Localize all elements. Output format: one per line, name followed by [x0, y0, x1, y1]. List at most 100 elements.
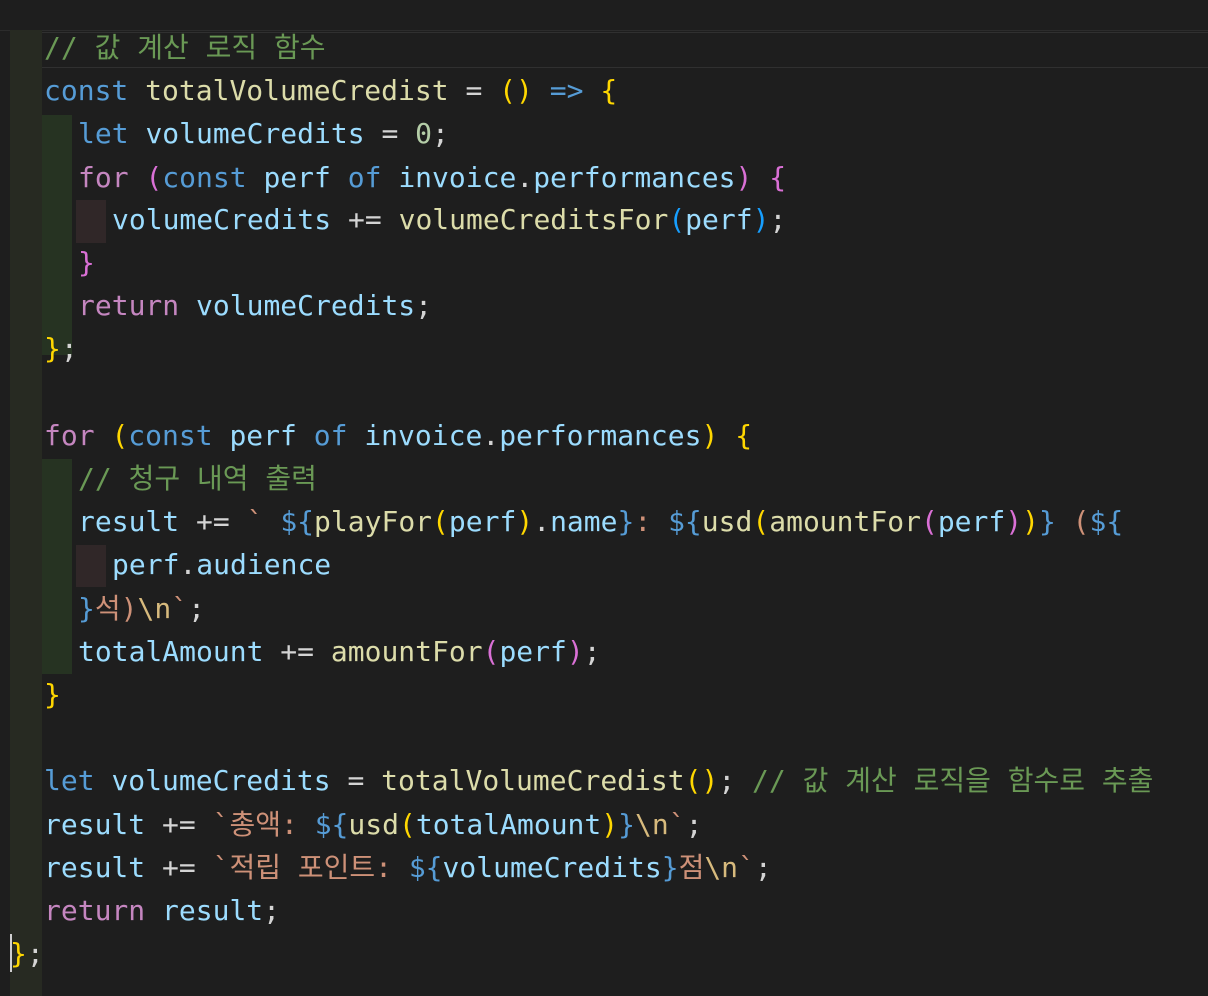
- code-token: ;: [263, 894, 281, 927]
- code-token: ${: [1089, 505, 1124, 538]
- code-token: =: [364, 117, 416, 150]
- code-token: (: [111, 419, 129, 452]
- code-token: of: [347, 161, 382, 194]
- code-token: for: [78, 161, 129, 194]
- code-token: ${: [314, 808, 349, 841]
- code-token: playFor: [314, 505, 433, 538]
- code-token: totalAmount: [415, 808, 602, 841]
- code-token: ;: [685, 808, 703, 841]
- code-token: performances: [499, 419, 702, 452]
- code-token: result: [44, 808, 146, 841]
- code-token: `: [738, 851, 755, 884]
- code-token: =>: [549, 74, 584, 107]
- code-token: +=: [331, 203, 399, 236]
- code-token: return: [44, 894, 146, 927]
- code-token: ;: [432, 117, 449, 150]
- code-line: // 청구 내역 출력: [78, 459, 317, 499]
- code-token: // 청구 내역 출력: [78, 462, 317, 495]
- code-token: result: [78, 505, 180, 538]
- code-token: amountFor: [769, 505, 921, 538]
- code-line: };: [44, 329, 78, 369]
- code-line: for (const perf of invoice.performances)…: [44, 416, 752, 456]
- code-token: ): [1022, 505, 1039, 538]
- code-token: perf: [112, 548, 180, 581]
- code-token: result: [44, 851, 146, 884]
- code-token: ;: [754, 851, 772, 884]
- code-token: \n: [635, 808, 669, 841]
- code-token: volumeCredits: [196, 289, 416, 322]
- code-token: volumeCredits: [145, 117, 365, 150]
- code-token: invoice: [398, 161, 517, 194]
- indent-guide-level-2: [42, 459, 72, 674]
- code-line: // 값 계산 로직 함수: [44, 28, 325, 68]
- code-token: for: [44, 419, 95, 452]
- code-line: return result;: [44, 891, 280, 931]
- code-token: ): [752, 203, 770, 236]
- code-token: const: [162, 161, 247, 194]
- code-token: \n: [137, 592, 172, 625]
- code-token: }: [44, 678, 61, 711]
- code-line: return volumeCredits;: [78, 286, 432, 326]
- code-token: (: [432, 505, 449, 538]
- code-token: totalVolumeCredist: [381, 764, 685, 797]
- code-token: `적립 포인트:: [212, 851, 409, 884]
- code-token: invoice: [364, 419, 483, 452]
- code-token: 석): [94, 592, 138, 625]
- code-token: `: [171, 592, 189, 625]
- code-token: ${: [668, 505, 702, 538]
- code-token: amountFor: [330, 635, 483, 668]
- code-token: ): [701, 419, 719, 452]
- code-token: +=: [145, 851, 213, 884]
- code-token: (: [668, 203, 686, 236]
- code-token: usd: [348, 808, 399, 841]
- code-token: audience: [196, 548, 332, 581]
- code-token: (: [145, 161, 163, 194]
- code-token: .: [482, 419, 500, 452]
- code-token: result: [162, 894, 264, 927]
- code-token: +=: [263, 635, 331, 668]
- code-token: perf: [937, 505, 1006, 538]
- code-token: ): [601, 808, 619, 841]
- code-line: }석)\n`;: [78, 589, 205, 629]
- code-token: .: [516, 161, 534, 194]
- code-token: =: [448, 74, 500, 107]
- code-token: ;: [26, 937, 44, 970]
- code-token: ;: [583, 635, 601, 668]
- code-token: volumeCredits: [111, 764, 331, 797]
- code-token: totalVolumeCredist: [145, 74, 449, 107]
- code-token: }: [78, 592, 95, 625]
- code-token: ;: [188, 592, 205, 625]
- code-token: totalAmount: [78, 635, 264, 668]
- code-token: }: [78, 246, 95, 279]
- code-token: ;: [60, 332, 78, 365]
- code-token: // 값 계산 로직을 함수로 추출: [752, 764, 1154, 797]
- code-token: `: [668, 808, 686, 841]
- code-token: perf: [263, 161, 331, 194]
- code-token: volumeCredits: [112, 203, 332, 236]
- code-token: perf: [448, 505, 517, 538]
- code-token: }: [10, 937, 27, 970]
- indent-guide-level-2: [42, 115, 72, 355]
- code-line: result += ` ${playFor(perf).name}: ${usd…: [78, 502, 1123, 542]
- code-token: =: [330, 764, 382, 797]
- code-token: {: [769, 161, 787, 194]
- code-token: `: [246, 505, 281, 538]
- code-token: (: [1055, 505, 1090, 538]
- code-line: }: [44, 675, 61, 715]
- code-editor[interactable]: // 값 계산 로직 함수 const totalVolumeCredist =…: [0, 0, 1208, 996]
- code-token: \n: [704, 851, 739, 884]
- code-token: (: [752, 505, 770, 538]
- code-token: }: [44, 332, 61, 365]
